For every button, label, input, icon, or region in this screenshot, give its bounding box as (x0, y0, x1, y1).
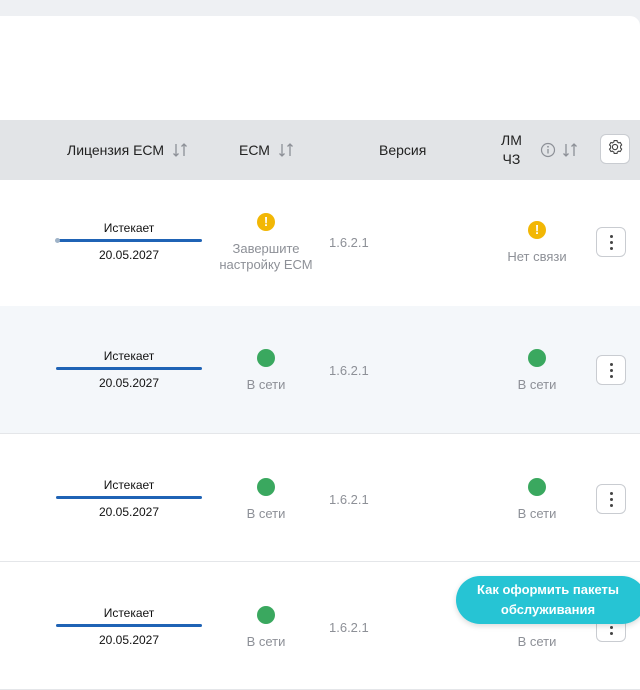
gear-icon (606, 138, 624, 161)
row-menu-button[interactable] (596, 484, 626, 514)
version-value: 1.6.2.1 (329, 235, 369, 250)
license-status-label: Истекает (103, 478, 155, 492)
ecm-status-text: Завершите настройку ЕСМ (206, 241, 326, 273)
table-row[interactable]: Истекает 20.05.2027 В сети 1.6.2.1 В сет… (0, 434, 640, 562)
online-status-icon (528, 349, 546, 367)
row-menu-button[interactable] (596, 355, 626, 385)
ecm-status-text: В сети (246, 377, 286, 392)
header-license[interactable]: Лицензия ЕСМ (67, 120, 188, 180)
kebab-dot (609, 503, 613, 507)
license-status-label: Истекает (103, 606, 155, 620)
header-lm-line1: ЛМ (501, 132, 522, 148)
kebab-dot (609, 625, 613, 629)
online-status-icon (257, 606, 275, 624)
header-version-label: Версия (379, 142, 427, 158)
row-menu-button[interactable] (596, 227, 626, 257)
kebab-menu-icon (609, 362, 613, 366)
header-ecm-label: ЕСМ (239, 142, 270, 158)
header-ecm[interactable]: ЕСМ (239, 120, 294, 180)
license-progress-bar (56, 624, 202, 627)
license-status-label: Истекает (103, 221, 155, 235)
lm-status-text: В сети (517, 377, 557, 392)
kebab-dot (609, 374, 613, 378)
online-status-icon (257, 478, 275, 496)
license-date: 20.05.2027 (98, 633, 160, 647)
version-value: 1.6.2.1 (329, 363, 369, 378)
license-progress-bar (56, 496, 202, 499)
header-lm: ЛМ ЧЗ (501, 120, 522, 180)
ecm-status-line1: Завершите (232, 241, 300, 256)
kebab-dot (609, 631, 613, 635)
kebab-dot (609, 368, 613, 372)
ecm-status-text: В сети (246, 506, 286, 521)
sort-arrows-icon[interactable] (172, 142, 188, 158)
filter-panel (0, 16, 640, 120)
license-date: 20.05.2027 (98, 505, 160, 519)
kebab-dot (609, 497, 613, 501)
info-icon[interactable] (540, 142, 556, 158)
help-button-line1: Как оформить пакеты (477, 582, 619, 597)
version-value: 1.6.2.1 (329, 492, 369, 507)
service-packages-help-button[interactable]: Как оформить пакеты обслуживания (456, 576, 640, 624)
lm-status-text: В сети (517, 634, 557, 649)
help-button-line2: обслуживания (500, 602, 596, 617)
kebab-menu-icon (609, 491, 613, 495)
online-status-icon (528, 478, 546, 496)
license-date: 20.05.2027 (98, 248, 160, 262)
header-version: Версия (379, 120, 426, 180)
license-progress-bar (56, 367, 202, 370)
table-row[interactable]: Истекает 20.05.2027 В сети 1.6.2.1 В сет… (0, 306, 640, 434)
ecm-status-line2: настройку ЕСМ (219, 257, 313, 272)
version-value: 1.6.2.1 (329, 620, 369, 635)
license-date: 20.05.2027 (98, 376, 160, 390)
license-status-label: Истекает (103, 349, 155, 363)
license-progress-bar (55, 238, 202, 243)
kebab-dot (609, 240, 613, 244)
lm-status-text: Нет связи (507, 249, 567, 264)
table-settings-button[interactable] (600, 134, 630, 164)
sort-arrows-icon[interactable] (278, 142, 294, 158)
lm-status-text: В сети (517, 506, 557, 521)
kebab-menu-icon (609, 234, 613, 238)
table-header: Лицензия ЕСМ ЕСМ Версия ЛМ ЧЗ (0, 120, 640, 180)
header-license-label: Лицензия ЕСМ (67, 142, 165, 158)
warning-icon: ! (528, 221, 546, 239)
sort-arrows-icon[interactable] (562, 142, 578, 158)
kebab-dot (609, 246, 613, 250)
header-lm-line2: ЧЗ (502, 151, 521, 167)
table-row[interactable]: Истекает 20.05.2027 ! Завершите настройк… (0, 180, 640, 308)
online-status-icon (257, 349, 275, 367)
warning-icon: ! (257, 213, 275, 231)
ecm-status-text: В сети (246, 634, 286, 649)
